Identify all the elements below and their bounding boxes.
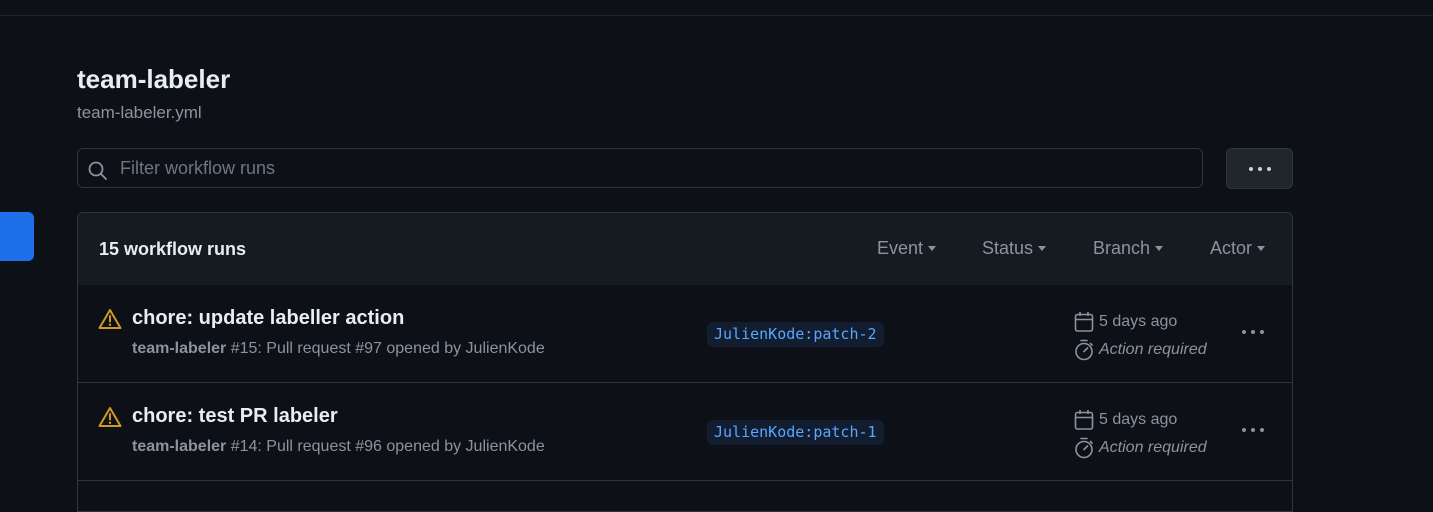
run-date-text: 5 days ago — [1099, 411, 1178, 428]
run-meta: team-labeler #14: Pull request #96 opene… — [132, 438, 545, 456]
kebab-horizontal-icon — [1248, 166, 1271, 171]
kebab-horizontal-icon — [1242, 330, 1264, 334]
caret-down-icon — [1257, 246, 1266, 251]
workflow-menu-button[interactable] — [1226, 148, 1293, 189]
run-status-text: Action required — [1099, 341, 1207, 358]
run-title-link[interactable]: chore: update labeller action — [132, 307, 404, 330]
event-filter-label: Event — [877, 238, 924, 258]
event-filter-dropdown[interactable]: Event — [877, 238, 937, 259]
page-title: team-labeler — [77, 64, 231, 94]
workflow-file-link[interactable]: team-labeler.yml — [77, 103, 202, 123]
run-workflow-name: team-labeler — [132, 340, 227, 357]
actor-filter-dropdown[interactable]: Actor — [1210, 238, 1266, 259]
branch-tag[interactable]: JulienKode:patch-2 — [707, 322, 884, 347]
run-meta-detail: #14: Pull request #96 opened by JulienKo… — [226, 438, 545, 455]
alert-icon — [98, 407, 122, 427]
workflow-run-row[interactable]: chore: update labeller action team-label… — [78, 285, 1292, 383]
stopwatch-icon — [1075, 339, 1093, 361]
search-icon — [88, 161, 107, 180]
run-date: 5 days ago — [1074, 311, 1177, 333]
workflow-runs-list: 15 workflow runs Event Status Branch Act… — [77, 212, 1293, 512]
kebab-horizontal-icon — [1242, 428, 1264, 432]
run-options-button[interactable] — [1238, 319, 1268, 345]
filter-input[interactable] — [120, 149, 1190, 187]
run-meta-detail: #15: Pull request #97 opened by JulienKo… — [226, 340, 545, 357]
stopwatch-icon — [1075, 437, 1093, 459]
caret-down-icon — [1155, 246, 1164, 251]
status-filter-dropdown[interactable]: Status — [982, 238, 1047, 259]
run-meta: team-labeler #15: Pull request #97 opene… — [132, 340, 545, 358]
run-status: Action required — [1074, 437, 1207, 459]
header-divider — [0, 15, 1433, 16]
runs-count: 15 workflow runs — [99, 239, 247, 259]
run-status-text: Action required — [1099, 439, 1207, 456]
run-date-text: 5 days ago — [1099, 313, 1178, 330]
run-workflow-name: team-labeler — [132, 438, 227, 455]
caret-down-icon — [928, 246, 937, 251]
calendar-icon — [1074, 312, 1094, 332]
filter-workflow-runs[interactable] — [77, 148, 1203, 188]
run-date: 5 days ago — [1074, 409, 1177, 431]
calendar-icon — [1074, 410, 1094, 430]
alert-icon — [98, 309, 122, 329]
caret-down-icon — [1038, 246, 1047, 251]
workflow-run-row[interactable]: chore: test PR labeler team-labeler #14:… — [78, 383, 1292, 481]
branch-filter-label: Branch — [1093, 238, 1151, 258]
run-status: Action required — [1074, 339, 1207, 361]
status-filter-label: Status — [982, 238, 1034, 258]
branch-tag[interactable]: JulienKode:patch-1 — [707, 420, 884, 445]
branch-filter-dropdown[interactable]: Branch — [1093, 238, 1164, 259]
runs-header: 15 workflow runs Event Status Branch Act… — [78, 213, 1292, 286]
run-title-link[interactable]: chore: test PR labeler — [132, 405, 338, 428]
actor-filter-label: Actor — [1210, 238, 1253, 258]
run-options-button[interactable] — [1238, 417, 1268, 443]
sidebar-active-indicator[interactable] — [0, 212, 34, 261]
